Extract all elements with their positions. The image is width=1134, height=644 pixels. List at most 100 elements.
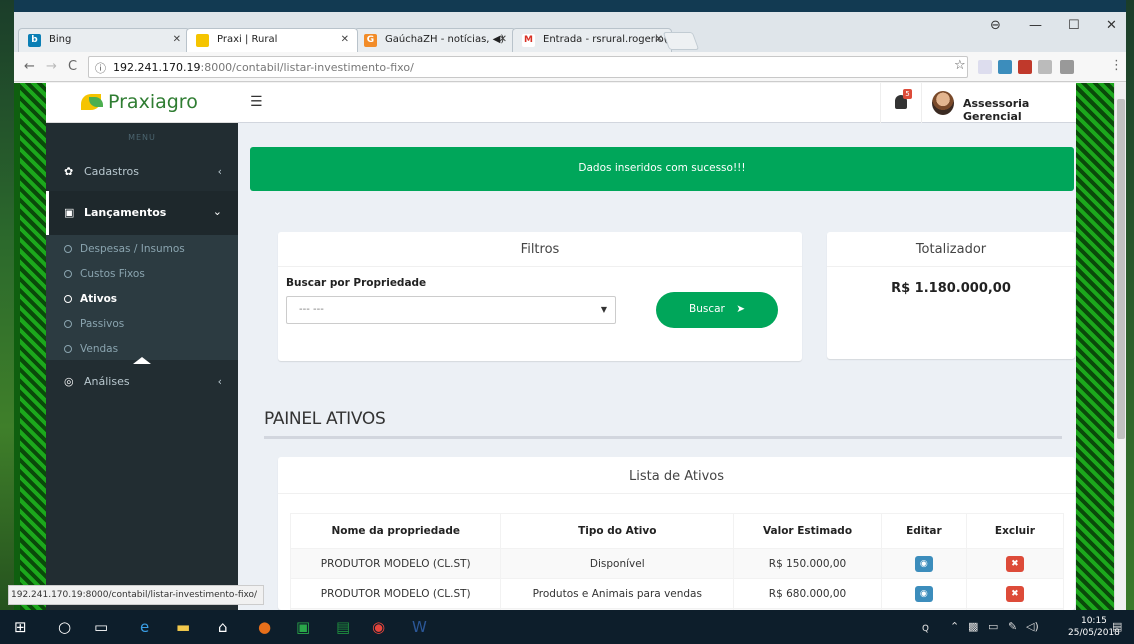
- windows-start-icon[interactable]: ⊞: [14, 618, 27, 636]
- task-view-icon[interactable]: ▭: [94, 618, 108, 636]
- cell-excluir: ✖: [965, 548, 1065, 579]
- sidebar-subitem-ativos[interactable]: Ativos: [64, 293, 117, 305]
- total-value: R$ 1.180.000,00: [891, 281, 1011, 296]
- desktop-background: [0, 0, 14, 610]
- maximize-icon[interactable]: ☐: [1068, 18, 1080, 33]
- address-bar[interactable]: ⓘ 192.241.170.19:8000/contabil/listar-in…: [88, 56, 968, 78]
- dashboard-icon: ◎: [64, 375, 74, 388]
- windows-taskbar: ⊞ ○ ▭ e ▬ ⌂ ● ▣ ▤ ◉ W ꞯ ⌃ ▩ ▭ ✎ ◁) 10:15…: [0, 610, 1134, 644]
- sheets-icon[interactable]: ▤: [336, 618, 350, 636]
- extension-icon[interactable]: [978, 60, 992, 74]
- search-icon[interactable]: ○: [58, 618, 71, 636]
- sidebar-subitem-passivos[interactable]: Passivos: [64, 318, 124, 330]
- chevron-up-icon[interactable]: ⌃: [950, 620, 959, 633]
- page-scrollbar[interactable]: [1114, 83, 1126, 610]
- sidebar-subitem-custos-fixos[interactable]: Custos Fixos: [64, 268, 145, 280]
- scrollbar-thumb[interactable]: [1117, 99, 1125, 439]
- user-name[interactable]: Assessoria Gerencial: [963, 97, 1076, 123]
- tab-gauchazh[interactable]: G GaúchaZH - notícias, ◀) ✕: [354, 28, 516, 52]
- circle-icon: [64, 270, 72, 278]
- browser-toolbar: ← → C ⓘ 192.241.170.19:8000/contabil/lis…: [14, 52, 1126, 82]
- edge-icon[interactable]: e: [140, 618, 149, 636]
- delete-x-icon[interactable]: ✖: [1005, 585, 1024, 602]
- sidebar: Praxiagro MENU ✿ Cadastros ‹ ▣ Lançamentos…: [46, 83, 238, 610]
- close-icon[interactable]: ✕: [341, 34, 349, 45]
- forward-icon[interactable]: →: [46, 59, 57, 74]
- photos-icon[interactable]: ▣: [296, 618, 310, 636]
- menu-kebab-icon[interactable]: ⋮: [1110, 58, 1123, 73]
- tab-praxi[interactable]: Praxi | Rural ✕: [186, 28, 358, 52]
- page-viewport: Praxiagro MENU ✿ Cadastros ‹ ▣ Lançamentos…: [14, 83, 1126, 610]
- table-row: PRODUTOR MODELO (CL.ST) Disponível R$ 15…: [289, 548, 1065, 579]
- profile-icon[interactable]: ⊖: [990, 18, 1001, 33]
- close-icon[interactable]: ✕: [173, 34, 181, 45]
- gzh-icon: G: [364, 34, 377, 47]
- extension-icon[interactable]: [1038, 60, 1052, 74]
- sidebar-item-analises[interactable]: ◎ Análises ‹: [46, 363, 238, 401]
- battery-icon[interactable]: ▭: [988, 620, 998, 633]
- edit-eye-icon[interactable]: ◉: [914, 555, 933, 572]
- filtros-title: Filtros: [278, 232, 802, 267]
- close-icon[interactable]: ✕: [655, 34, 663, 45]
- sidebar-subitem-vendas[interactable]: Vendas: [64, 343, 118, 355]
- close-window-icon[interactable]: ✕: [1106, 18, 1117, 33]
- cell-nome: PRODUTOR MODELO (CL.ST): [289, 578, 502, 609]
- network-icon[interactable]: ▩: [968, 620, 978, 633]
- close-icon[interactable]: ✕: [499, 34, 507, 45]
- chrome-icon[interactable]: ◉: [372, 618, 385, 636]
- browser-window: b Bing ✕ Praxi | Rural ✕ G GaúchaZH - no…: [14, 12, 1126, 610]
- info-icon[interactable]: ⓘ: [95, 60, 106, 76]
- column-header[interactable]: Nome da propriedade: [289, 513, 502, 549]
- hamburger-menu-icon[interactable]: ☰: [250, 94, 263, 110]
- button-label: Buscar: [688, 303, 725, 315]
- extension-icon[interactable]: [1018, 60, 1032, 74]
- people-icon[interactable]: ꞯ: [922, 620, 929, 635]
- propriedade-select[interactable]: --- --- ▼: [286, 296, 616, 324]
- back-icon[interactable]: ←: [24, 59, 35, 74]
- top-navbar: ☰ 5 Assessoria Gerencial: [238, 83, 1076, 123]
- tab-label: GaúchaZH - notícias, ◀): [385, 34, 505, 45]
- circle-icon: [64, 245, 72, 253]
- sidebar-subitem-despesas[interactable]: Despesas / Insumos: [64, 243, 185, 255]
- new-tab-button[interactable]: [662, 32, 700, 50]
- store-icon[interactable]: ⌂: [218, 618, 228, 636]
- extension-icon[interactable]: [1060, 60, 1074, 74]
- circle-icon: [64, 345, 72, 353]
- cell-valor: R$ 680.000,00: [733, 578, 882, 609]
- edit-eye-icon[interactable]: ◉: [914, 585, 933, 602]
- pen-icon[interactable]: ✎: [1008, 620, 1017, 633]
- chevron-left-icon: ‹: [217, 375, 222, 388]
- tab-bing[interactable]: b Bing ✕: [18, 28, 190, 52]
- sidebar-item-cadastros[interactable]: ✿ Cadastros ‹: [46, 153, 238, 191]
- sidebar-subitem-label: Ativos: [80, 293, 118, 305]
- column-header: Editar: [880, 513, 967, 549]
- table-header-row: Nome da propriedade Tipo do Ativo Valor …: [289, 513, 1065, 549]
- table-row: PRODUTOR MODELO (CL.ST) Produtos e Anima…: [289, 578, 1065, 609]
- notification-center-icon[interactable]: ▤: [1112, 620, 1122, 633]
- volume-icon[interactable]: ◁): [1026, 620, 1039, 633]
- buscar-button[interactable]: Buscar ➤: [656, 292, 778, 328]
- page-background-pattern: [1076, 83, 1114, 610]
- word-icon[interactable]: W: [412, 618, 427, 636]
- file-explorer-icon[interactable]: ▬: [176, 618, 190, 636]
- column-header[interactable]: Tipo do Ativo: [500, 513, 735, 549]
- delete-x-icon[interactable]: ✖: [1005, 555, 1024, 572]
- extension-icon[interactable]: [998, 60, 1012, 74]
- bing-icon: b: [28, 34, 41, 47]
- notifications-button[interactable]: 5: [880, 83, 922, 123]
- sidebar-subitem-label: Vendas: [80, 343, 119, 355]
- reload-icon[interactable]: C: [68, 59, 77, 74]
- column-header[interactable]: Valor Estimado: [733, 513, 882, 549]
- chevron-down-icon: ⌄: [212, 205, 222, 218]
- tab-gmail[interactable]: M Entrada - rsrural.rogerio( ✕: [512, 28, 672, 52]
- avatar[interactable]: [932, 91, 954, 115]
- minimize-icon[interactable]: —: [1029, 18, 1042, 33]
- cell-editar: ◉: [880, 578, 967, 609]
- cell-excluir: ✖: [965, 578, 1065, 609]
- tab-strip: b Bing ✕ Praxi | Rural ✕ G GaúchaZH - no…: [14, 12, 1126, 52]
- chevron-left-icon: ‹: [217, 165, 222, 178]
- sidebar-item-lancamentos[interactable]: ▣ Lançamentos ⌄: [46, 191, 238, 235]
- logo[interactable]: Praxiagro: [46, 83, 238, 123]
- bookmark-star-icon[interactable]: ☆: [954, 58, 966, 73]
- firefox-icon[interactable]: ●: [258, 618, 271, 636]
